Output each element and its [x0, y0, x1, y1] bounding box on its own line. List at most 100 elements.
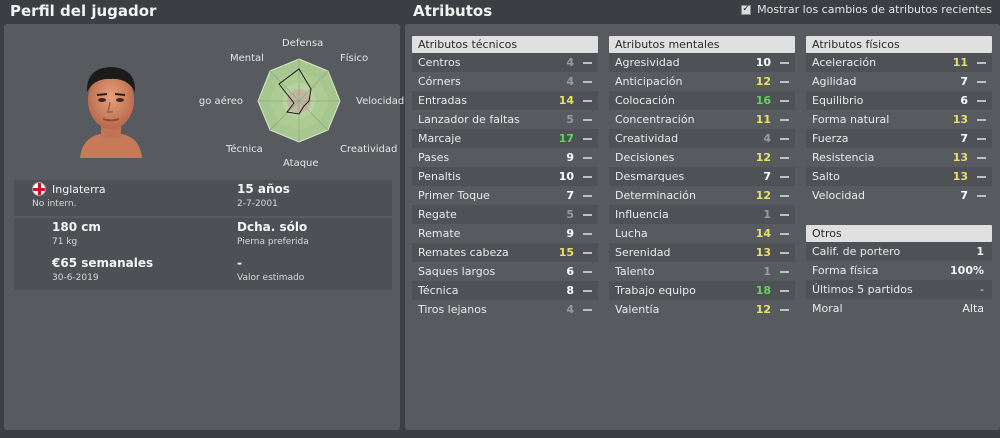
- attribute-row[interactable]: Técnica 8: [412, 281, 598, 300]
- attributes-panel: Atributos técnicos Centros 4 Córners 4 Entra…: [405, 24, 1000, 430]
- attribute-row[interactable]: Lucha 14: [609, 224, 795, 243]
- attribute-row[interactable]: Córners 4: [412, 72, 598, 91]
- attribute-row[interactable]: Forma natural 13: [806, 110, 992, 129]
- no-change-dash-icon: [583, 233, 592, 235]
- birthdate: 2-7-2001: [237, 199, 278, 209]
- attribute-row[interactable]: Aceleración 11: [806, 53, 992, 72]
- no-change-dash-icon: [780, 119, 789, 121]
- other-stat-value: 100%: [950, 264, 984, 277]
- international-caps: No intern.: [32, 199, 77, 209]
- attribute-row[interactable]: Trabajo equipo 18: [609, 281, 795, 300]
- attribute-row[interactable]: Velocidad 7: [806, 186, 992, 205]
- attribute-row[interactable]: Equilibrio 6: [806, 91, 992, 110]
- attribute-row[interactable]: Talento 1: [609, 262, 795, 281]
- attribute-row[interactable]: Serenidad 13: [609, 243, 795, 262]
- no-change-dash-icon: [583, 309, 592, 311]
- other-stat-label: Forma física: [812, 264, 879, 277]
- attribute-value: 12: [755, 75, 771, 88]
- attribute-value: 6: [566, 265, 574, 278]
- others-list: Calif. de portero 1 Forma física 100% Último…: [806, 242, 992, 318]
- attribute-value: 12: [755, 151, 771, 164]
- attribute-label: Creatividad: [615, 132, 679, 145]
- no-change-dash-icon: [583, 138, 592, 140]
- attribute-value: 12: [755, 189, 771, 202]
- no-change-dash-icon: [977, 119, 986, 121]
- no-change-dash-icon: [977, 62, 986, 64]
- wage: €65 semanales: [52, 256, 154, 270]
- no-change-dash-icon: [780, 100, 789, 102]
- mental-attributes-header: Atributos mentales: [609, 36, 795, 53]
- attribute-row[interactable]: Agilidad 7: [806, 72, 992, 91]
- no-change-dash-icon: [977, 100, 986, 102]
- show-changes-checkbox[interactable]: ✓: [741, 4, 752, 15]
- attribute-label: Colocación: [615, 94, 675, 107]
- no-change-dash-icon: [780, 271, 789, 273]
- attribute-label: Primer Toque: [418, 189, 490, 202]
- attribute-row[interactable]: Valentía 12: [609, 300, 795, 319]
- show-changes-toggle[interactable]: ✓ Mostrar los cambios de atributos recie…: [741, 3, 992, 16]
- mental-attributes-list: Agresividad 10 Anticipación 12 Colocación 16 C…: [609, 53, 795, 319]
- other-stat-value: 1: [976, 245, 984, 258]
- other-stat-label: Últimos 5 partidos: [812, 283, 913, 296]
- attribute-label: Remates cabeza: [418, 246, 509, 259]
- attribute-value: 4: [566, 75, 574, 88]
- attribute-label: Influencia: [615, 208, 669, 221]
- no-change-dash-icon: [780, 157, 789, 159]
- no-change-dash-icon: [780, 309, 789, 311]
- attribute-row[interactable]: Remate 9: [412, 224, 598, 243]
- attribute-value: 5: [566, 208, 574, 221]
- attribute-row[interactable]: Agresividad 10: [609, 53, 795, 72]
- attribute-row[interactable]: Centros 4: [412, 53, 598, 72]
- no-change-dash-icon: [583, 176, 592, 178]
- other-stat-row[interactable]: Moral Alta: [806, 299, 992, 318]
- contract-end: 30-6-2019: [52, 273, 99, 283]
- nationality[interactable]: Inglaterra: [52, 183, 106, 196]
- attribute-row[interactable]: Saques largos 6: [412, 262, 598, 281]
- attribute-row[interactable]: Creatividad 4: [609, 129, 795, 148]
- attribute-row[interactable]: Marcaje 17: [412, 129, 598, 148]
- attribute-value: 11: [755, 113, 771, 126]
- attribute-row[interactable]: Determinación 12: [609, 186, 795, 205]
- physical-attributes-column: Atributos físicos Aceleración 11 Agilidad 7…: [806, 36, 992, 205]
- other-stat-row[interactable]: Últimos 5 partidos -: [806, 280, 992, 299]
- attribute-value: 11: [952, 56, 968, 69]
- attribute-row[interactable]: Lanzador de faltas 5: [412, 110, 598, 129]
- attribute-row[interactable]: Concentración 11: [609, 110, 795, 129]
- attribute-label: Saques largos: [418, 265, 496, 278]
- age: 15 años: [237, 182, 290, 196]
- no-change-dash-icon: [977, 81, 986, 83]
- radar-label-creatividad: Creatividad: [340, 144, 398, 155]
- attribute-label: Tiros lejanos: [418, 303, 487, 316]
- attribute-row[interactable]: Colocación 16: [609, 91, 795, 110]
- attribute-radar-chart: Defensa Físico Velocidad Creatividad Ata…: [199, 36, 404, 186]
- attribute-row[interactable]: Regate 5: [412, 205, 598, 224]
- attribute-row[interactable]: Desmarques 7: [609, 167, 795, 186]
- no-change-dash-icon: [583, 195, 592, 197]
- attribute-row[interactable]: Remates cabeza 15: [412, 243, 598, 262]
- attribute-row[interactable]: Decisiones 12: [609, 148, 795, 167]
- attribute-row[interactable]: Entradas 14: [412, 91, 598, 110]
- attribute-row[interactable]: Salto 13: [806, 167, 992, 186]
- attribute-label: Velocidad: [812, 189, 866, 202]
- other-stat-value: -: [980, 283, 984, 296]
- attribute-row[interactable]: Fuerza 7: [806, 129, 992, 148]
- attribute-value: 9: [566, 227, 574, 240]
- attribute-value: 15: [558, 246, 574, 259]
- no-change-dash-icon: [780, 195, 789, 197]
- attribute-value: 12: [755, 303, 771, 316]
- attribute-row[interactable]: Resistencia 13: [806, 148, 992, 167]
- attribute-value: 1: [763, 208, 771, 221]
- attribute-row[interactable]: Pases 9: [412, 148, 598, 167]
- attribute-row[interactable]: Primer Toque 7: [412, 186, 598, 205]
- attribute-label: Anticipación: [615, 75, 683, 88]
- attribute-value: 17: [558, 132, 574, 145]
- no-change-dash-icon: [583, 81, 592, 83]
- attribute-row[interactable]: Penaltis 10: [412, 167, 598, 186]
- attribute-row[interactable]: Influencia 1: [609, 205, 795, 224]
- attribute-row[interactable]: Tiros lejanos 4: [412, 300, 598, 319]
- other-stat-row[interactable]: Calif. de portero 1: [806, 242, 992, 261]
- attribute-label: Lucha: [615, 227, 648, 240]
- other-stat-row[interactable]: Forma física 100%: [806, 261, 992, 280]
- mental-attributes-column: Atributos mentales Agresividad 10 Anticipa…: [609, 36, 795, 319]
- attribute-row[interactable]: Anticipación 12: [609, 72, 795, 91]
